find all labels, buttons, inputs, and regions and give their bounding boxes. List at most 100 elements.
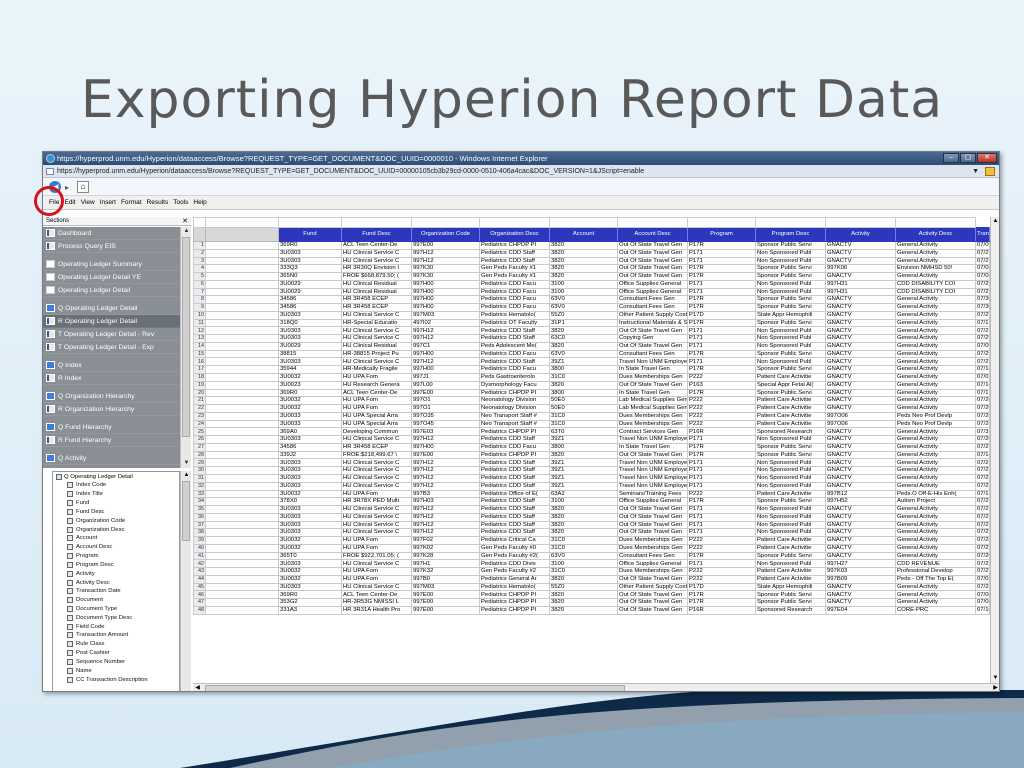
table-cell[interactable]: P17R xyxy=(687,598,756,607)
table-cell[interactable]: P17R xyxy=(687,318,756,328)
table-row[interactable]: 19 3U0023 HU Research Genera 997L00 Dysmorph… xyxy=(193,380,990,390)
table-cell[interactable]: 3U0033 xyxy=(278,411,342,421)
table-cell[interactable]: HR 3R458 ECEP xyxy=(341,442,412,452)
table-cell[interactable]: Gen Peds Faculty #2( xyxy=(479,551,550,561)
table-cell[interactable]: 997K32 xyxy=(411,567,480,576)
table-cell[interactable]: General Activity xyxy=(895,505,976,514)
table-cell[interactable]: 3U0032 xyxy=(278,567,342,576)
table-cell[interactable]: Out Of State Travel Gen xyxy=(617,520,688,530)
table-cell[interactable]: General Activity xyxy=(895,450,976,460)
table-cell[interactable]: Sponsor Public Servi xyxy=(755,264,826,274)
table-cell[interactable]: Consultant Fees Gen xyxy=(617,349,688,359)
table-cell[interactable]: GNACTV xyxy=(825,536,896,545)
table-row[interactable]: 26 3U0303 HU Clinical Service C 997H12 Pedia… xyxy=(193,435,990,444)
table-cell[interactable]: 07/16/09 02:31 PM xyxy=(975,365,990,375)
table-cell[interactable]: 997E04 xyxy=(825,605,896,615)
table-cell[interactable]: General Activity xyxy=(895,334,976,343)
table-cell[interactable]: Sponsor Public Servi xyxy=(755,303,826,312)
table-cell[interactable]: 07/17/09 07:10 PM xyxy=(975,318,990,328)
table-cell[interactable]: P17R xyxy=(687,442,756,452)
table-cell[interactable]: 07/23/09 07:14 PM xyxy=(975,466,990,475)
row-number[interactable]: 19 xyxy=(193,380,206,390)
table-cell[interactable]: P171 xyxy=(687,528,756,538)
table-cell[interactable]: Pediatrics CDD Staff xyxy=(479,497,550,507)
table-cell[interactable]: P171 xyxy=(687,279,756,289)
table-cell[interactable]: General Activity xyxy=(895,388,976,398)
table-cell[interactable]: P17R xyxy=(687,497,756,507)
table-cell[interactable]: HR-Special Educatio xyxy=(341,318,412,328)
table-cell[interactable]: 3U0303 xyxy=(278,466,342,475)
table-row[interactable]: 10 3U0303 HU Clinical Service C 997M03 Pedia… xyxy=(193,310,990,320)
table-cell[interactable]: 3U0029 xyxy=(278,341,342,351)
table-row[interactable]: 18 3U0032 HU UPA Fom 997J1 Peds Gastroentero… xyxy=(193,373,990,382)
scroll-thumb[interactable] xyxy=(182,481,190,541)
tree-item[interactable]: CC Transaction Description xyxy=(53,675,179,684)
table-cell[interactable]: 55Z0 xyxy=(549,310,618,320)
table-cell[interactable]: 997H52 xyxy=(825,497,896,507)
table-cell[interactable]: Out Of State Travel Gen xyxy=(617,272,688,281)
table-cell[interactable]: General Activity xyxy=(895,543,976,553)
table-cell[interactable]: 997E00 xyxy=(411,590,480,600)
table-cell[interactable]: P171 xyxy=(687,341,756,351)
table-cell[interactable]: Pediatrics CHPDP PI xyxy=(479,427,550,437)
table-cell[interactable]: P171 xyxy=(687,559,756,569)
table-cell[interactable]: 997H00 xyxy=(411,279,480,289)
table-cell[interactable]: HU Clinical Service C xyxy=(341,310,412,320)
table-cell[interactable]: 997H00 xyxy=(411,295,480,305)
table-cell[interactable]: 997H12 xyxy=(411,326,480,336)
row-number[interactable]: 15 xyxy=(193,349,206,359)
table-cell[interactable]: ACL Teen Center-De xyxy=(341,241,412,250)
table-cell[interactable]: Sponsor Public Servi xyxy=(755,442,826,452)
table-cell[interactable]: 31C0 xyxy=(549,373,618,382)
scroll-down-icon[interactable]: ▼ xyxy=(182,459,191,468)
table-cell[interactable]: 997E00 xyxy=(411,605,480,615)
table-cell[interactable]: CDD REVENUE xyxy=(895,559,976,569)
column-header[interactable]: Fund xyxy=(278,227,342,242)
table-cell[interactable]: General Activity xyxy=(895,536,976,545)
table-cell[interactable]: Travel Non UNM Employee-N( xyxy=(617,458,688,468)
table-cell[interactable]: 07/27/09 11:30 AM xyxy=(975,442,990,452)
table-cell[interactable]: Out Of State Travel Gen xyxy=(617,512,688,522)
table-cell[interactable]: Sponsor Public Servi xyxy=(755,551,826,561)
table-row[interactable]: 31 3U0303 HU Clinical Service C 997H12 Pedia… xyxy=(193,473,990,483)
menu-item-format[interactable]: Format xyxy=(121,199,142,206)
table-cell[interactable]: 3820 xyxy=(549,341,618,351)
table-cell[interactable]: FROE $922,701.05; ( xyxy=(341,551,412,561)
table-cell[interactable]: HU Clinical Residual xyxy=(341,287,412,297)
table-cell[interactable]: Pediatrics CDD Staff xyxy=(479,528,550,538)
column-header[interactable]: Program xyxy=(687,227,756,242)
table-cell[interactable]: In State Travel Gen xyxy=(617,365,688,375)
table-cell[interactable]: 07/28/09 07:12 PM xyxy=(975,536,990,545)
column-header[interactable]: Transaction Date xyxy=(975,227,990,242)
table-row[interactable]: 21 3U0032 HU UPA Fom 997O1 Neonatology Divis… xyxy=(193,396,990,406)
table-cell[interactable]: Consultant Fees Gen xyxy=(617,303,688,312)
table-cell[interactable]: Non Sponsored Publ xyxy=(755,334,826,343)
row-number[interactable]: 10 xyxy=(193,310,206,320)
table-cell[interactable]: Pediatrics CHPDP PI xyxy=(479,598,550,607)
table-row[interactable]: 5 365N0 FROE $668,879.50; (997K30 Gen Peds … xyxy=(193,272,990,281)
menu-item-edit[interactable]: Edit xyxy=(64,199,75,206)
table-cell[interactable]: 353G2 xyxy=(278,598,342,607)
table-cell[interactable]: Contract Services Gen xyxy=(617,427,688,437)
table-cell[interactable]: 3800 xyxy=(549,442,618,452)
table-cell[interactable]: HU UPA Fom xyxy=(341,404,412,413)
table-cell[interactable]: GNACTV xyxy=(825,272,896,281)
table-cell[interactable]: GNACTV xyxy=(825,303,896,312)
row-number[interactable]: 16 xyxy=(193,357,206,367)
table-cell[interactable]: Non Sponsored Publ xyxy=(755,357,826,367)
table-cell[interactable]: GNACTV xyxy=(825,318,896,328)
table-cell[interactable]: Patient Care Activitie xyxy=(755,419,826,429)
table-cell[interactable]: Out Of State Travel Gen xyxy=(617,256,688,266)
table-cell[interactable]: 3U0033 xyxy=(278,419,342,429)
table-row[interactable]: 39 3U0032 HU UPA Fom 997F02 Pediatrics Criti… xyxy=(193,536,990,545)
table-cell[interactable]: Other Patient Supply Costs Ge xyxy=(617,582,688,592)
table-cell[interactable]: 07/23/09 07:15 PM xyxy=(975,497,990,507)
table-cell[interactable]: Pediatrics CDD Divis xyxy=(479,559,550,569)
table-cell[interactable]: 997H12 xyxy=(411,473,480,483)
table-cell[interactable]: P17R xyxy=(687,272,756,281)
table-cell[interactable]: HU Clinical Service C xyxy=(341,357,412,367)
table-cell[interactable]: Pediatrics Hematolo( xyxy=(479,310,550,320)
table-cell[interactable]: 3U0032 xyxy=(278,396,342,406)
table-cell[interactable]: 3100 xyxy=(549,287,618,297)
table-cell[interactable]: 339J2 xyxy=(278,450,342,460)
